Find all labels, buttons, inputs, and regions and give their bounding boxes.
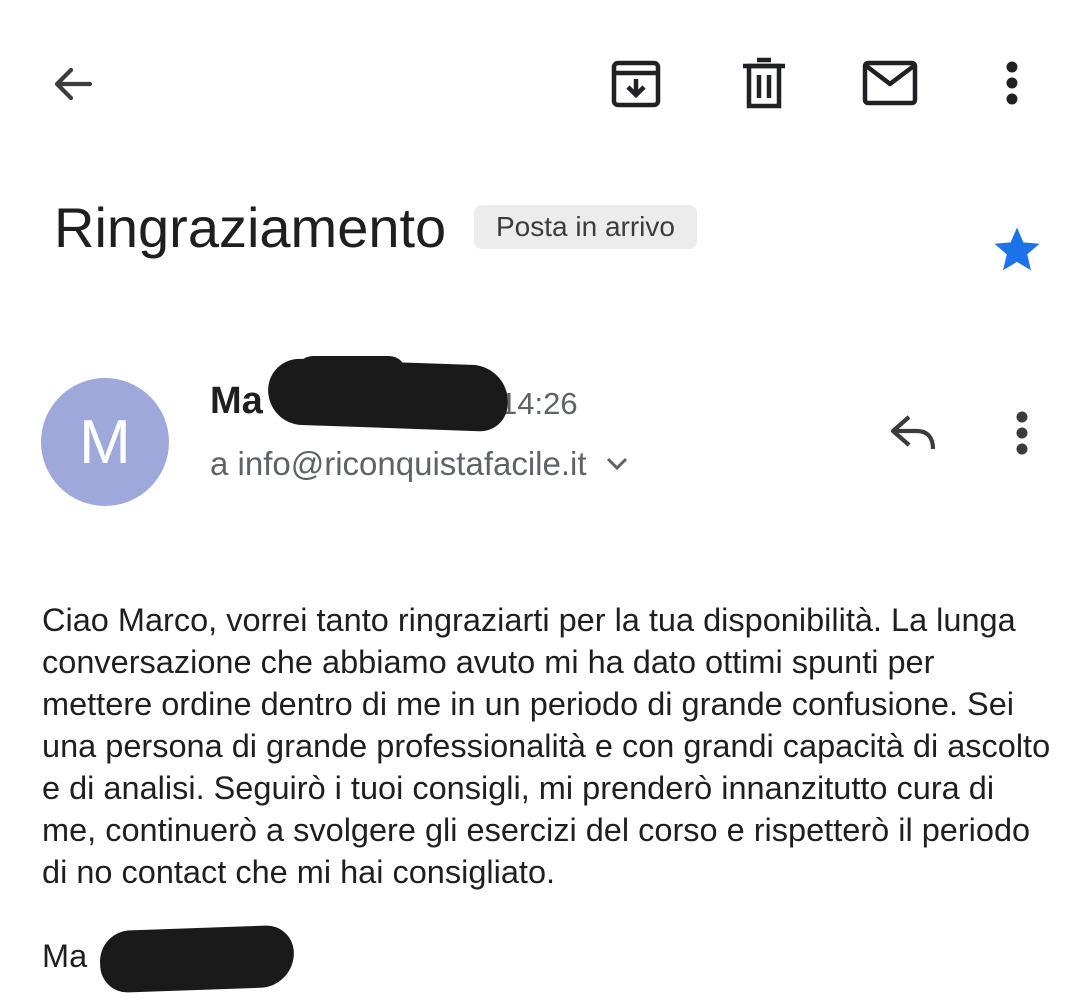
reply-button[interactable] — [880, 404, 946, 462]
sender-avatar[interactable]: M — [41, 378, 169, 506]
arrow-left-icon — [54, 67, 93, 101]
email-signature: Ma — [42, 938, 88, 974]
label-chip-inbox[interactable]: Posta in arrivo — [474, 205, 697, 249]
star-button[interactable] — [984, 218, 1050, 282]
message-more-options-button[interactable] — [1000, 404, 1044, 462]
redaction-mark — [296, 356, 406, 390]
delete-button[interactable] — [732, 54, 796, 112]
star-icon — [994, 227, 1040, 271]
sender-name: Ma — [210, 380, 263, 422]
trash-icon — [743, 57, 785, 109]
mark-unread-button[interactable] — [858, 54, 922, 112]
recipient-address: a info@riconquistafacile.it — [210, 445, 587, 482]
more-vert-icon — [1006, 61, 1018, 105]
back-button[interactable] — [40, 56, 104, 112]
chevron-down-icon — [606, 457, 627, 471]
email-time: 14:26 — [500, 386, 578, 421]
recipient-details-toggle[interactable]: a info@riconquistafacile.it — [210, 442, 629, 486]
archive-icon — [611, 60, 661, 108]
archive-button[interactable] — [604, 54, 668, 112]
more-options-button[interactable] — [990, 54, 1034, 112]
email-subject: Ringraziamento — [54, 196, 447, 259]
envelope-icon — [862, 60, 918, 106]
more-vert-icon — [1016, 411, 1028, 455]
redaction-mark — [98, 924, 296, 994]
email-body: Ciao Marco, vorrei tanto ringraziarti pe… — [42, 602, 1060, 890]
reply-icon — [890, 415, 936, 450]
